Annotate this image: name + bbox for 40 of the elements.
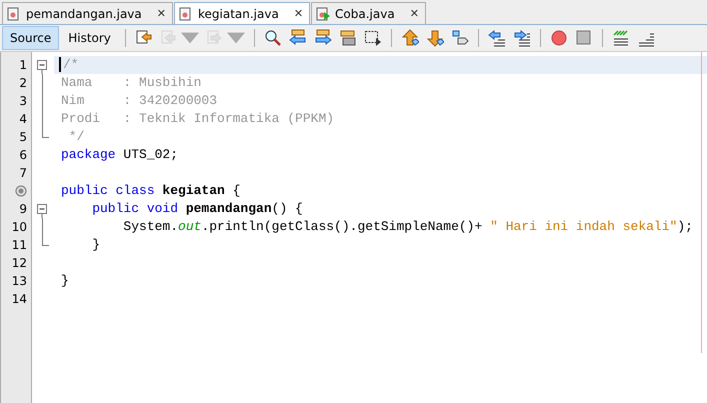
view-tab[interactable]: History — [60, 26, 119, 50]
line-number: 5 — [19, 130, 27, 144]
editor-tab[interactable]: pemandangan.java ✕ — [2, 2, 173, 24]
code-line: Nama : Musbihin — [60, 74, 202, 92]
line-number: 2 — [19, 76, 27, 90]
runnable-file-icon — [316, 6, 330, 20]
code-line: } — [91, 236, 102, 254]
line-number: 4 — [19, 112, 27, 126]
code-line: public void pemandangan() { — [91, 200, 304, 218]
line-number: 11 — [12, 238, 27, 252]
file-icon — [7, 6, 21, 20]
editor-tab[interactable]: Coba.java ✕ — [311, 2, 426, 24]
tab-label: Coba.java — [335, 6, 395, 20]
close-icon[interactable]: ✕ — [294, 7, 304, 20]
file-icon — [178, 6, 193, 20]
tab-label: kegiatan.java — [198, 6, 279, 20]
code-line: Prodi : Teknik Informatika (PPKM) — [60, 110, 336, 128]
close-icon[interactable]: ✕ — [410, 7, 419, 20]
fold-end-line — [42, 128, 48, 138]
tab-label: pemandangan.java — [26, 6, 142, 20]
line-number: 12 — [12, 256, 27, 270]
close-icon[interactable]: ✕ — [156, 7, 166, 20]
editor-tab[interactable]: kegiatan.java ✕ — [174, 2, 310, 24]
line-number: 6 — [19, 148, 27, 162]
line-number: 10 — [12, 220, 27, 234]
line-number: 9 — [19, 202, 27, 216]
code-line: */ — [68, 128, 86, 146]
line-number: 7 — [19, 166, 27, 180]
code-line: } — [60, 272, 70, 290]
line-number: 1 — [19, 58, 27, 72]
line-number: 3 — [19, 94, 27, 108]
line-number: 14 — [12, 292, 27, 306]
view-tab[interactable]: Source — [2, 26, 60, 50]
code-line: package UTS_02; — [60, 146, 180, 164]
code-line: System.out.println(getClass().getSimpleName()+ " Hari ini indah sekali"); — [122, 218, 694, 236]
fold-end-line — [42, 236, 48, 246]
code-line: public class kegiatan { — [60, 182, 242, 200]
line-number: 13 — [12, 274, 27, 288]
marker-icon[interactable] — [15, 185, 27, 197]
code-line: Nim : 3420200003 — [60, 92, 218, 110]
